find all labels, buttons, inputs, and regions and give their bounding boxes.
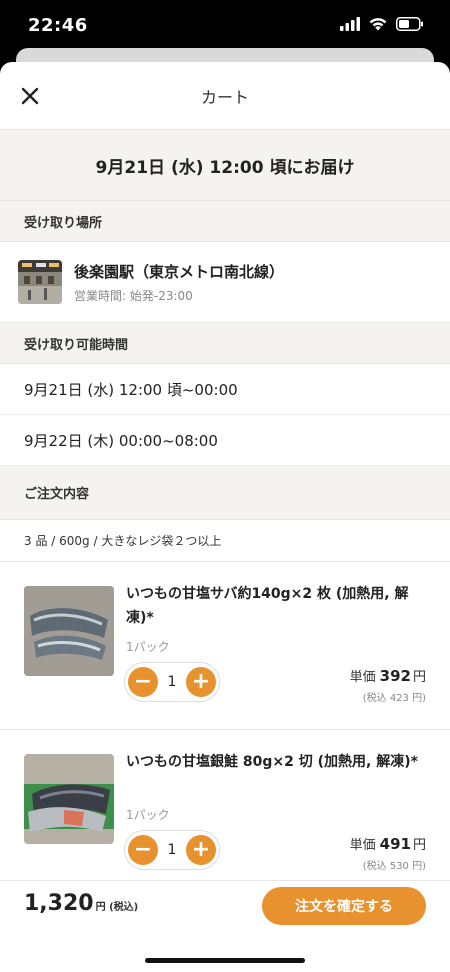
price-tax-included: (税込 530 円) bbox=[362, 861, 426, 872]
plus-button[interactable]: + bbox=[185, 667, 216, 697]
home-indicator bbox=[145, 958, 305, 963]
delivery-time: 9月21日 (水) 12:00 頃にお届け bbox=[0, 130, 450, 200]
status-bar: 22:46 bbox=[0, 0, 450, 50]
station-name: 後楽園駅（東京メトロ南北線） bbox=[74, 262, 285, 281]
product-unit: 1パック bbox=[126, 640, 170, 654]
price-currency: 円 bbox=[412, 670, 426, 685]
product-image bbox=[24, 754, 114, 844]
header: カート bbox=[0, 62, 450, 130]
confirm-order-button[interactable]: 注文を確定する bbox=[262, 887, 426, 925]
checkout-footer: 1,320 円 (税込) 注文を確定する bbox=[0, 880, 450, 972]
section-pickup-location: 受け取り場所 bbox=[0, 200, 450, 242]
minus-button[interactable]: − bbox=[128, 667, 158, 697]
signal-icon bbox=[340, 16, 360, 35]
time-slot[interactable]: 9月21日 (水) 12:00 頃~00:00 bbox=[0, 364, 450, 415]
close-icon[interactable] bbox=[18, 84, 42, 108]
time-slot[interactable]: 9月22日 (木) 00:00~08:00 bbox=[0, 415, 450, 466]
product-name: いつもの甘塩サバ約140g×2 枚 (加熱用, 解凍)* bbox=[126, 586, 409, 626]
cart-item: いつもの甘塩銀鮭 80g×2 切 (加熱用, 解凍)* 1パック − 1 + 単… bbox=[0, 730, 450, 898]
quantity-stepper: − 1 + bbox=[124, 830, 220, 870]
quantity-value: 1 bbox=[167, 842, 177, 858]
price-value: 491 bbox=[379, 835, 411, 853]
price-tax-included: (税込 423 円) bbox=[362, 693, 426, 704]
quantity-value: 1 bbox=[167, 674, 177, 690]
battery-icon bbox=[396, 16, 424, 35]
section-order-contents: ご注文内容 bbox=[0, 466, 450, 520]
page-title: カート bbox=[200, 87, 249, 107]
total-tax-note: 円 (税込) bbox=[95, 902, 139, 913]
order-summary: 3 品 / 600g / 大きなレジ袋２つ以上 bbox=[0, 520, 450, 562]
status-time: 22:46 bbox=[28, 14, 88, 36]
product-image bbox=[24, 586, 114, 676]
station-hours: 営業時間: 始発-23:00 bbox=[74, 288, 193, 303]
wifi-icon bbox=[368, 16, 388, 35]
unit-price: 単価 491 円 (税込 530 円) bbox=[350, 834, 426, 872]
price-value: 392 bbox=[379, 667, 411, 685]
status-icons bbox=[340, 16, 424, 35]
price-currency: 円 bbox=[412, 838, 426, 853]
price-main: 単価 491 円 bbox=[350, 834, 426, 853]
plus-button[interactable]: + bbox=[185, 835, 216, 865]
cart-item: いつもの甘塩サバ約140g×2 枚 (加熱用, 解凍)* 1パック − 1 + … bbox=[0, 562, 450, 730]
order-total: 1,320 円 (税込) bbox=[24, 891, 138, 916]
pickup-info: 後楽園駅（東京メトロ南北線） 営業時間: 始発-23:00 bbox=[74, 261, 284, 304]
product-unit: 1パック bbox=[126, 808, 170, 822]
price-main: 単価 392 円 bbox=[350, 666, 426, 685]
section-pickup-time: 受け取り可能時間 bbox=[0, 322, 450, 364]
total-amount: 1,320 bbox=[24, 891, 94, 916]
price-label: 単価 bbox=[349, 838, 376, 853]
unit-price: 単価 392 円 (税込 423 円) bbox=[350, 666, 426, 704]
pickup-location[interactable]: 後楽園駅（東京メトロ南北線） 営業時間: 始発-23:00 bbox=[0, 242, 450, 322]
cart-sheet: カート 9月21日 (水) 12:00 頃にお届け 受け取り場所 後楽園駅（東京… bbox=[0, 62, 450, 972]
station-image bbox=[18, 260, 62, 304]
product-name: いつもの甘塩銀鮭 80g×2 切 (加熱用, 解凍)* bbox=[126, 754, 418, 770]
minus-button[interactable]: − bbox=[128, 835, 158, 865]
price-label: 単価 bbox=[349, 670, 376, 685]
quantity-stepper: − 1 + bbox=[124, 662, 220, 702]
